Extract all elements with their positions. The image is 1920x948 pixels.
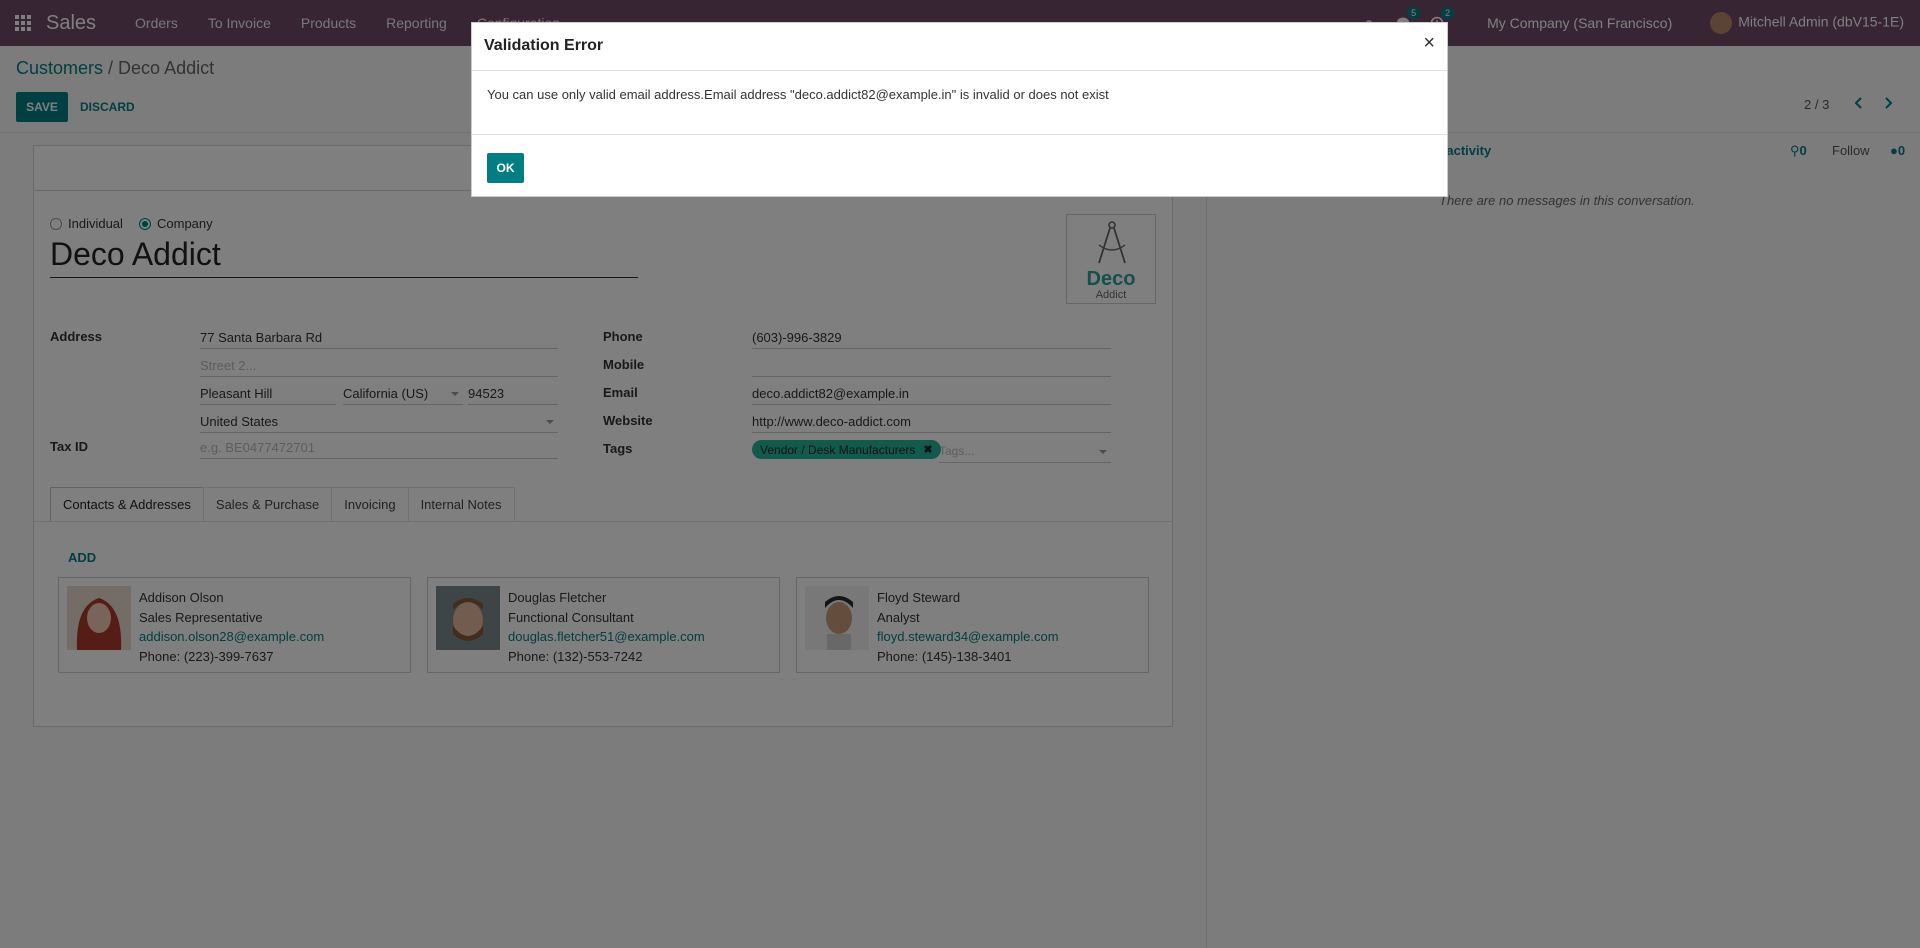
- dialog-message: You can use only valid email address.Ema…: [487, 87, 1109, 102]
- dialog-header: Validation Error ×: [472, 23, 1447, 71]
- dialog-footer-divider: [472, 134, 1447, 135]
- close-icon[interactable]: ×: [1423, 33, 1435, 53]
- dialog-title: Validation Error: [484, 37, 604, 54]
- validation-error-dialog: Validation Error × You can use only vali…: [471, 22, 1448, 197]
- ok-button[interactable]: OK: [487, 153, 524, 183]
